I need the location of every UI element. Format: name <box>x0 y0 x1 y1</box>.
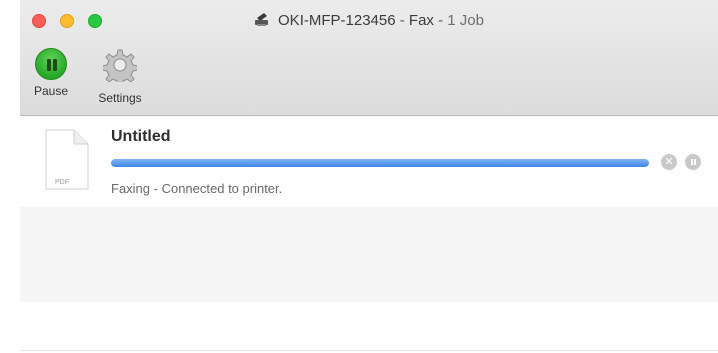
print-queue-window: OKI-MFP-123456 - Fax - 1 Job Pause Setti… <box>20 0 718 353</box>
pause-label: Pause <box>33 84 69 98</box>
title-separator: - <box>395 12 409 29</box>
toolbar: OKI-MFP-123456 - Fax - 1 Job Pause Setti… <box>20 0 718 116</box>
job-status: Faxing - Connected to printer. <box>111 181 283 196</box>
window-title: OKI-MFP-123456 - Fax - 1 Job <box>20 12 718 31</box>
printer-name: OKI-MFP-123456 <box>278 12 396 29</box>
settings-label: Settings <box>98 91 142 105</box>
file-type-label: PDF <box>55 179 69 186</box>
pause-icon <box>35 48 67 80</box>
empty-job-row <box>20 207 718 302</box>
hold-job-button[interactable] <box>685 154 701 170</box>
document-icon: PDF <box>44 129 90 196</box>
queue-type: Fax <box>408 12 434 29</box>
job-count: 1 Job <box>447 12 484 29</box>
printer-icon <box>254 13 270 31</box>
job-progress-bar <box>111 159 649 167</box>
settings-button[interactable]: Settings <box>86 48 154 105</box>
divider <box>20 350 718 351</box>
progress-fill <box>111 159 649 167</box>
gear-icon <box>101 49 139 87</box>
cancel-icon: ✕ <box>664 156 674 168</box>
pause-button[interactable]: Pause <box>20 48 82 98</box>
cancel-job-button[interactable]: ✕ <box>661 154 677 170</box>
job-row[interactable]: PDF Untitled Faxing - Connected to print… <box>20 117 718 207</box>
job-name: Untitled <box>111 128 171 145</box>
title-separator-2: - <box>433 12 448 29</box>
